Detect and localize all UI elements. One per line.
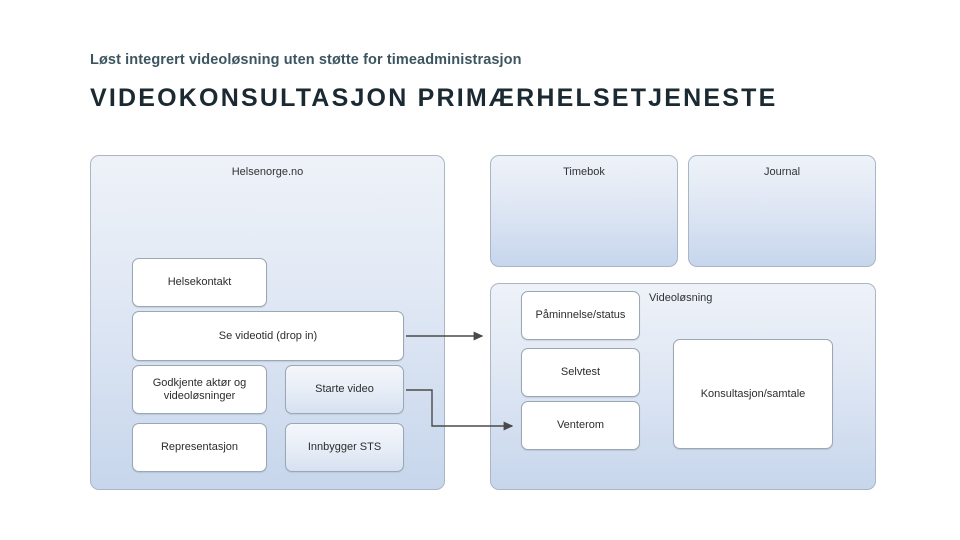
- node-konsultasjon-samtale[interactable]: Konsultasjon/samtale: [673, 339, 833, 449]
- group-journal: Journal: [688, 155, 876, 267]
- node-selvtest-label: Selvtest: [560, 366, 601, 379]
- node-venterom[interactable]: Venterom: [521, 401, 640, 450]
- node-se-videotid-label: Se videotid (drop in): [218, 329, 318, 342]
- node-helsekontakt-label: Helsekontakt: [167, 276, 232, 289]
- node-innbygger-sts[interactable]: Innbygger STS: [285, 423, 404, 472]
- node-representasjon-label: Representasjon: [160, 441, 239, 454]
- node-se-videotid[interactable]: Se videotid (drop in): [132, 311, 404, 361]
- group-journal-label: Journal: [763, 166, 801, 178]
- node-godkjente-aktor[interactable]: Godkjente aktør og videoløsninger: [132, 365, 267, 414]
- group-videolosning-label: Videoløsning: [649, 292, 713, 304]
- group-timebok-label: Timebok: [563, 166, 605, 178]
- group-helsenorge-label: Helsenorge.no: [231, 166, 304, 178]
- node-starte-video[interactable]: Starte video: [285, 365, 404, 414]
- slide: Løst integrert videoløsning uten støtte …: [0, 0, 960, 540]
- node-representasjon[interactable]: Representasjon: [132, 423, 267, 472]
- node-innbygger-sts-label: Innbygger STS: [307, 441, 382, 454]
- node-venterom-label: Venterom: [556, 419, 605, 432]
- node-godkjente-aktor-label: Godkjente aktør og videoløsninger: [152, 376, 247, 402]
- node-selvtest[interactable]: Selvtest: [521, 348, 640, 397]
- group-timebok: Timebok: [490, 155, 678, 267]
- node-konsultasjon-samtale-label: Konsultasjon/samtale: [700, 387, 806, 400]
- node-starte-video-label: Starte video: [315, 383, 374, 396]
- node-paminnelse-status-label: Påminnelse/status: [535, 309, 626, 322]
- node-paminnelse-status[interactable]: Påminnelse/status: [521, 291, 640, 340]
- node-helsekontakt[interactable]: Helsekontakt: [132, 258, 267, 307]
- diagram: Helsenorge.no Timebok Journal Videoløsni…: [0, 0, 960, 540]
